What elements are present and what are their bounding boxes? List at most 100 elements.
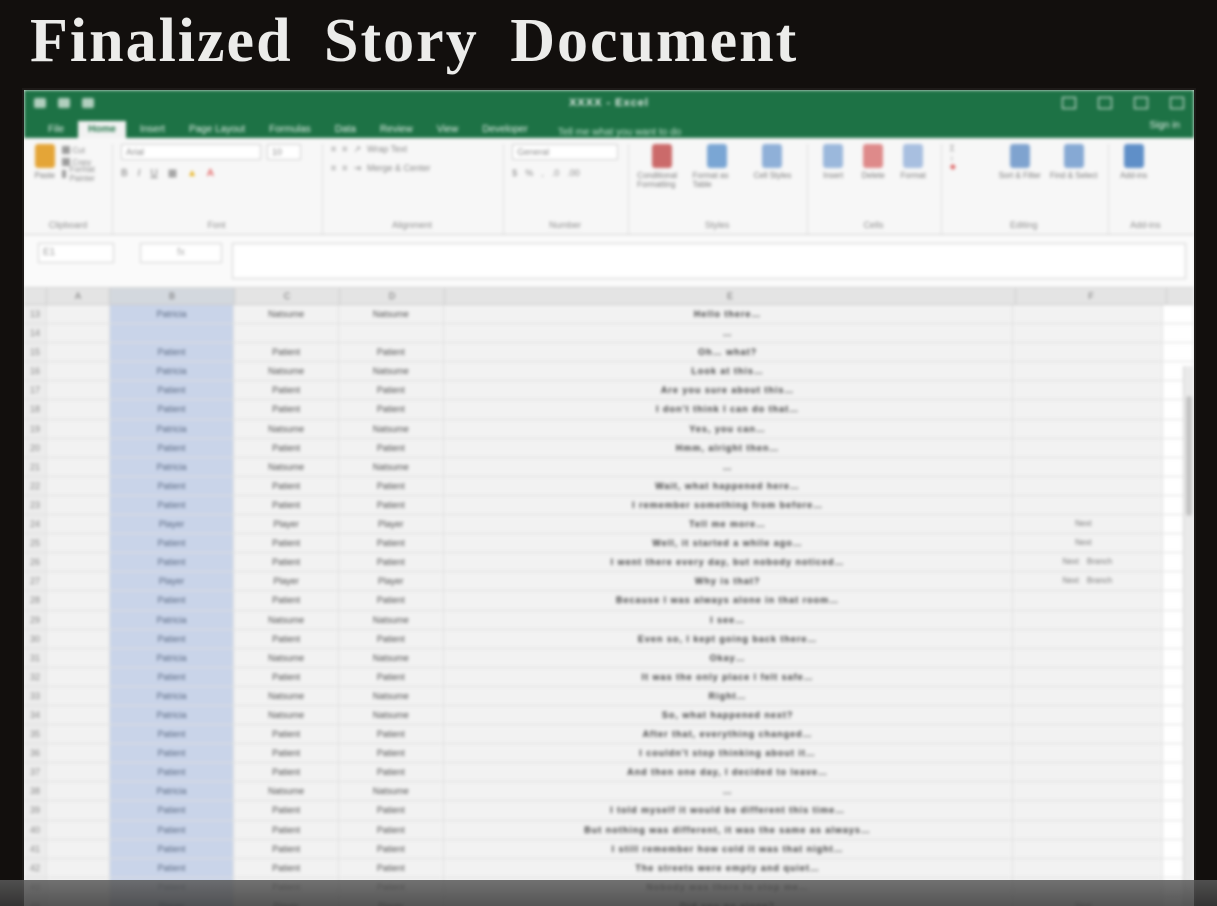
table-row[interactable]: 41 Patient Patient Patient I still remember … xyxy=(24,839,1194,859)
row-number[interactable]: 38 xyxy=(24,782,47,801)
cell-voice[interactable]: Natsume xyxy=(339,457,444,476)
cell-a[interactable] xyxy=(47,858,110,877)
cell-speaker[interactable]: Patient xyxy=(109,763,235,782)
cell-character[interactable]: Patient xyxy=(234,400,339,419)
cell-character[interactable]: Patient xyxy=(234,801,339,820)
cell-speaker[interactable]: Patricia xyxy=(109,610,235,629)
table-row[interactable]: 26 Patient Patient Patient I went there ever… xyxy=(24,553,1194,573)
cell-character[interactable]: Patient xyxy=(234,839,339,858)
cell-character[interactable]: Patient xyxy=(234,667,339,686)
fx-icon[interactable]: fx xyxy=(140,243,222,263)
cell-voice[interactable]: Patient xyxy=(339,839,444,858)
cell-flags[interactable] xyxy=(1013,324,1164,343)
cell-flags[interactable] xyxy=(1013,305,1164,324)
cell-flags[interactable] xyxy=(1013,381,1164,400)
align-center-icon[interactable]: ≡ xyxy=(342,163,347,174)
align-left-icon[interactable]: ≡ xyxy=(331,163,336,174)
table-row[interactable]: 34 Patricia Natsume Natsume So, what happene… xyxy=(24,705,1194,726)
cell-flags[interactable] xyxy=(1013,457,1164,476)
cell-dialogue[interactable]: Okay… xyxy=(444,648,1013,667)
cell-character[interactable]: Player xyxy=(234,515,339,534)
cell-a[interactable] xyxy=(47,419,110,438)
insert-cells-button[interactable]: Insert xyxy=(816,144,850,180)
sign-in-link[interactable]: Sign in xyxy=(1149,120,1180,131)
row-number[interactable]: 21 xyxy=(24,457,47,476)
align-middle-icon[interactable]: ≡ xyxy=(342,144,347,155)
tell-me-search[interactable]: Tell me what you want to do xyxy=(558,127,681,138)
underline-icon[interactable]: U xyxy=(150,168,157,179)
row-number[interactable]: 42 xyxy=(24,858,47,877)
cell-speaker[interactable]: Patient xyxy=(109,629,235,648)
cell-speaker[interactable]: Patient xyxy=(109,495,235,515)
sort-filter-button[interactable]: Sort & Filter xyxy=(996,144,1044,180)
scrollbar-thumb[interactable] xyxy=(1186,396,1192,516)
table-row[interactable]: 40 Patient Patient Patient But nothing was d… xyxy=(24,820,1194,840)
cell-flags[interactable] xyxy=(1013,744,1164,763)
cell-flags[interactable] xyxy=(1013,648,1164,667)
cell-dialogue[interactable]: Because I was always alone in that room… xyxy=(444,591,1013,610)
cell-dialogue[interactable]: Wait, what happened here… xyxy=(444,476,1013,495)
cell-voice[interactable]: Patient xyxy=(339,858,444,877)
cell-a[interactable] xyxy=(47,744,110,763)
cell-a[interactable] xyxy=(47,591,110,610)
cell-grid[interactable]: 13 Patricia Natsume Natsume Hello there… 14… 1… xyxy=(24,305,1194,906)
row-number[interactable]: 24 xyxy=(24,515,47,534)
table-row[interactable]: 23 Patient Patient Patient I remember someth… xyxy=(24,495,1194,516)
cell-a[interactable] xyxy=(47,820,110,839)
table-row[interactable]: 17 Patient Patient Patient Are you sure abou… xyxy=(24,381,1194,401)
number-format-select[interactable]: General xyxy=(512,144,619,160)
format-cells-button[interactable]: Format xyxy=(896,144,930,180)
table-row[interactable]: 33 Patricia Natsume Natsume Right… xyxy=(24,686,1194,706)
cell-voice[interactable]: Patient xyxy=(339,629,444,648)
cell-voice[interactable]: Natsume xyxy=(339,362,444,381)
row-number[interactable]: 40 xyxy=(24,820,47,839)
table-row[interactable]: 42 Patient Patient Patient The streets were … xyxy=(24,858,1194,878)
cell-voice[interactable] xyxy=(339,324,444,343)
table-row[interactable]: 25 Patient Patient Patient Well, it started … xyxy=(24,534,1194,554)
cell-speaker[interactable]: Patient xyxy=(109,858,235,877)
cell-flags[interactable] xyxy=(1013,438,1164,457)
cell-a[interactable] xyxy=(47,686,110,705)
cell-flags[interactable] xyxy=(1013,801,1164,820)
cell-g[interactable] xyxy=(1163,324,1194,343)
cell-speaker[interactable]: Patient xyxy=(109,553,235,572)
cell-speaker[interactable]: Patient xyxy=(109,476,235,495)
cell-voice[interactable]: Natsume xyxy=(339,610,444,629)
cell-dialogue[interactable]: And then one day, I decided to leave… xyxy=(444,763,1013,782)
cell-flags[interactable] xyxy=(1013,782,1164,801)
italic-icon[interactable]: I xyxy=(138,168,141,179)
cell-dialogue[interactable]: I remember something from before… xyxy=(444,495,1013,515)
cell-voice[interactable]: Player xyxy=(339,572,444,591)
cell-speaker[interactable]: Player xyxy=(109,572,235,591)
cell-character[interactable]: Player xyxy=(234,572,339,591)
cell-dialogue[interactable]: Even so, I kept going back there… xyxy=(444,629,1013,648)
table-row[interactable]: 36 Patient Patient Patient I couldn't stop t… xyxy=(24,744,1194,764)
cell-character[interactable]: Patient xyxy=(234,629,339,648)
cell-voice[interactable]: Patient xyxy=(339,476,444,495)
cell-voice[interactable]: Patient xyxy=(339,591,444,610)
addins-button[interactable]: Add-ins xyxy=(1117,144,1151,180)
cell-a[interactable] xyxy=(47,534,110,553)
row-number[interactable]: 37 xyxy=(24,763,47,782)
fill-color-icon[interactable]: ▲ xyxy=(187,168,197,179)
cell-a[interactable] xyxy=(47,515,110,534)
table-row[interactable]: 14… xyxy=(24,324,1194,344)
cell-character[interactable]: Natsume xyxy=(234,305,339,324)
cell-voice[interactable]: Natsume xyxy=(339,705,444,725)
tab-home[interactable]: Home xyxy=(78,121,126,138)
tab-developer[interactable]: Developer xyxy=(472,121,538,138)
cell-voice[interactable]: Patient xyxy=(339,438,444,457)
cell-speaker[interactable]: Patient xyxy=(109,725,235,744)
cell-flags[interactable] xyxy=(1013,629,1164,648)
cell-speaker[interactable]: Patricia xyxy=(109,782,235,801)
cell-a[interactable] xyxy=(47,476,110,495)
find-select-button[interactable]: Find & Select xyxy=(1050,144,1098,180)
cell-styles-button[interactable]: Cell Styles xyxy=(748,144,797,180)
column-header-b[interactable]: B xyxy=(110,288,235,304)
row-number[interactable]: 27 xyxy=(24,572,47,591)
cell-speaker[interactable]: Patient xyxy=(109,820,235,839)
cell-a[interactable] xyxy=(47,553,110,572)
cell-a[interactable] xyxy=(47,839,110,858)
cell-dialogue[interactable]: … xyxy=(444,782,1013,801)
cell-speaker[interactable]: Patient xyxy=(109,534,235,553)
